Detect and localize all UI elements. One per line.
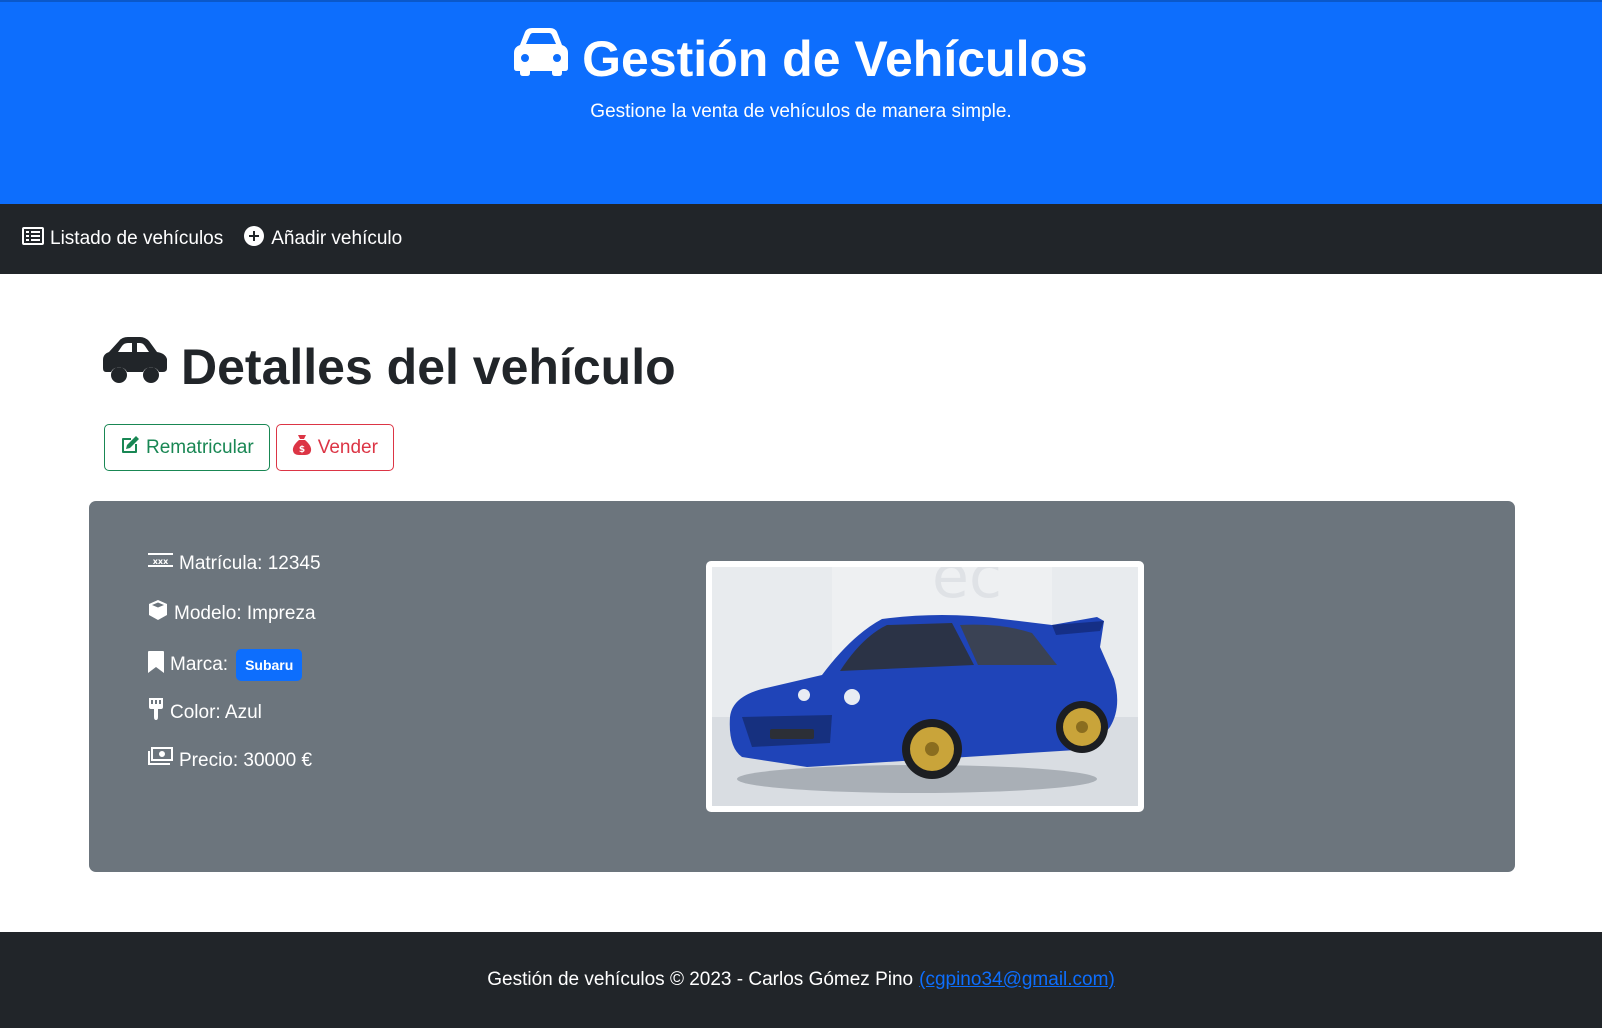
hero-header: Gestión de Vehículos Gestione la venta d… — [0, 0, 1602, 204]
vehicle-photo: ec — [712, 567, 1138, 806]
vehicle-actions: Rematricular $ Vender — [104, 424, 394, 471]
vehicle-photo-frame: ec — [706, 561, 1144, 812]
svg-text:$: $ — [299, 445, 305, 455]
app-subtitle: Gestione la venta de vehículos de manera… — [590, 101, 1012, 122]
page-title-text: Detalles del vehículo — [181, 338, 676, 395]
page-footer: Gestión de vehículos © 2023 - Carlos Góm… — [0, 932, 1602, 1028]
footer-email-link[interactable]: (cgpino34@gmail.com) — [919, 969, 1115, 991]
rematricular-label: Rematricular — [146, 436, 254, 458]
rematricular-button[interactable]: Rematricular — [104, 424, 270, 471]
car-side-icon — [103, 335, 167, 398]
detail-marca: Marca: Subaru — [148, 649, 303, 681]
brand-badge: Subaru — [236, 649, 303, 681]
license-plate-icon: xxx — [148, 551, 173, 576]
edit-icon — [120, 435, 140, 461]
plus-circle-icon — [243, 226, 265, 252]
money-bill-icon — [148, 747, 173, 774]
nav-item-add-vehicle[interactable]: Añadir vehículo — [243, 226, 402, 252]
svg-text:ec: ec — [932, 567, 1002, 612]
money-bag-icon: $ — [292, 434, 312, 462]
list-icon — [22, 226, 44, 252]
nav-item-vehicle-list[interactable]: Listado de vehículos — [22, 226, 223, 252]
detail-precio: Precio: 30000 € — [148, 747, 312, 774]
vehicle-details-card: xxx Matrícula: 12345 Modelo: Impreza Mar… — [89, 501, 1515, 872]
main-navbar: Listado de vehículos Añadir vehículo — [0, 204, 1602, 274]
detail-modelo: Modelo: Impreza — [148, 600, 316, 627]
detail-matricula: xxx Matrícula: 12345 — [148, 551, 321, 576]
app-title-text: Gestión de Vehículos — [582, 30, 1088, 87]
svg-text:xxx: xxx — [153, 557, 169, 566]
nav-item-label: Listado de vehículos — [50, 228, 224, 249]
footer-text: Gestión de vehículos © 2023 - Carlos Góm… — [487, 969, 914, 990]
box-icon — [148, 600, 168, 627]
vender-button[interactable]: $ Vender — [275, 424, 394, 471]
bookmark-icon — [148, 650, 164, 680]
nav-item-label: Añadir vehículo — [271, 228, 403, 249]
car-icon — [514, 28, 569, 89]
page-title: Detalles del vehículo — [103, 335, 676, 398]
app-title: Gestión de Vehículos — [0, 28, 1602, 89]
paint-brush-icon — [148, 698, 164, 727]
vender-label: Vender — [317, 436, 378, 458]
detail-color: Color: Azul — [148, 698, 262, 727]
